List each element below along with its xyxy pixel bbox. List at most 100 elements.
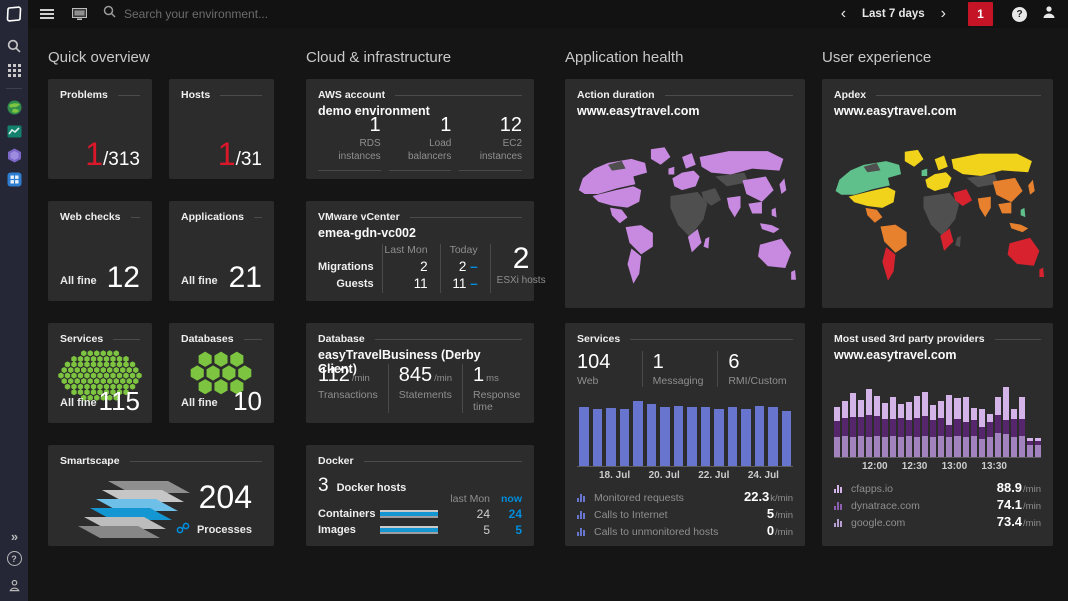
problems-badge[interactable]: 1 [968,2,993,26]
tile-problems[interactable]: Problems 1/313 [48,79,152,179]
stat-value: 6 [728,351,740,373]
esxi-hosts-count: 2 [512,242,530,275]
tile-title-rule [130,216,140,218]
map-region-japan [1028,179,1035,195]
sidebar-expand-icon[interactable]: » [0,529,28,544]
containers-sparkbar [380,510,438,518]
tile-services[interactable]: Services All fine 115 [48,323,152,423]
sidebar-user-icon[interactable] [0,573,28,597]
stat-label: Messaging [652,375,704,387]
tile-database[interactable]: Database easyTravelBusiness (Derby Clien… [306,323,534,423]
tile-docker[interactable]: Docker 3 Docker hosts last Mon now Conta… [306,445,534,546]
search-input[interactable] [124,7,424,21]
timeframe-next-button[interactable]: › [933,1,954,27]
legend-row: dynatrace.com 74.1/min [834,497,1041,514]
map-region-madagascar [955,235,961,248]
mini-bar-icon [577,510,588,519]
map-region-europe [672,170,700,191]
tile-title-rule [395,94,522,96]
map-region-scandinavia [934,155,948,171]
legend-unit: /min [1023,484,1041,495]
tile-title: Database [318,333,365,345]
tile-applications[interactable]: Applications All fine 21 [169,201,274,301]
tile-header: AWS account [306,79,534,101]
map-region-se_asia [998,202,1012,214]
legend-label: Monitored requests [594,492,684,504]
sidebar-charts-app-icon[interactable] [0,119,28,143]
stat-load-balancers: 1 Load balancers [388,114,452,171]
stat-statements: 845/min Statements [387,364,462,413]
migrations-last: 2 [381,259,440,276]
hamburger-menu-icon[interactable] [40,7,54,21]
left-sidebar: » ? [0,28,28,601]
mini-bar-icon [834,518,845,527]
tile-title: Apdex [834,89,867,101]
tile-web-checks[interactable]: Web checks All fine 12 [48,201,152,301]
map-region-se_asia [748,201,762,214]
status-text: All fine [60,275,97,287]
timeframe-prev-button[interactable]: ‹ [833,1,854,27]
trend-dash-icon: – [470,259,478,274]
column-user-experience: User experience Apdex www.easytravel.com… [822,28,1053,546]
tile-action-duration[interactable]: Action duration www.easytravel.com [565,79,805,308]
tile-header: Services [565,323,805,345]
dashboards-icon[interactable] [72,8,87,20]
column-application-health: Application health Action duration www.e… [565,28,805,546]
tile-title-rule [664,94,793,96]
row-label-containers: Containers [318,508,376,520]
tile-title-rule [363,460,522,462]
tile-title-rule [630,338,793,340]
providers-stacked-bar-chart [834,374,1041,458]
legend-label: cfapps.io [851,483,894,495]
tile-title-rule [374,338,522,340]
tile-databases[interactable]: Databases All fine 10 [169,323,274,423]
tile-apdex[interactable]: Apdex www.easytravel.com [822,79,1053,308]
tile-aws-account[interactable]: AWS account demo environment 1 RDS instan… [306,79,534,179]
databases-count: 10 [233,386,262,416]
tile-vmware-vcenter[interactable]: VMware vCenter emea-gdn-vc002 Last Mon T… [306,201,546,301]
topbar-right-controls: ‹ Last 7 days › 1 ? [833,0,1068,28]
sidebar-world-map-app-icon[interactable] [0,95,28,119]
tile-title-rule [876,94,1041,96]
map-region-new_zealand [1039,267,1045,277]
legend-unit: k/min [770,493,793,504]
legend-value: 73.4 [996,514,1023,529]
stat-web: 104 Web [577,351,642,387]
dynatrace-logo[interactable] [0,0,28,28]
map-region-sa_north [625,225,653,255]
sidebar-hub-app-icon[interactable] [0,167,28,191]
sidebar-help-icon[interactable]: ? [6,551,22,566]
user-account-icon[interactable] [1042,5,1056,24]
map-region-africa_north [670,192,708,237]
mini-bar-icon [834,484,845,493]
map-region-new_zealand [791,269,797,280]
tile-title-rule [254,216,262,218]
stat-messaging: 1 Messaging [641,351,718,387]
stat-label: Transactions [318,389,378,401]
tile-title: Databases [181,333,234,345]
tile-hosts[interactable]: Hosts 1/31 [169,79,274,179]
stat-transactions: 112/min Transactions [318,364,388,413]
tile-3rd-party-providers[interactable]: Most used 3rd party providers www.easytr… [822,323,1053,546]
sidebar-apps-grid-icon[interactable] [0,58,28,82]
stat-value: 1 [473,364,485,386]
tile-smartscape[interactable]: Smartscape 204 Processes [48,445,274,546]
sidebar-search-icon[interactable] [0,34,28,58]
tile-title: Docker [318,455,354,467]
timeframe-selector[interactable]: Last 7 days [854,8,933,20]
x-tick-label: 22. Jul [698,470,730,481]
sidebar-smartscape-app-icon[interactable] [0,143,28,167]
map-region-australia [758,238,792,269]
images-now: 5 [515,523,522,537]
map-region-philippines [1020,207,1026,218]
trend-dash-icon: – [470,276,478,291]
map-region-india [726,195,741,218]
status-text: All fine [60,397,97,409]
column-title: Quick overview [48,49,150,66]
legend-unit: /min [1023,518,1041,529]
map-region-china [742,176,774,202]
legend-row: cfapps.io 88.9/min [834,480,1041,497]
aws-stats: 1 RDS instances 1 Load balancers 12 EC2 ins… [318,114,523,171]
tile-services-chart[interactable]: Services 104 Web 1 Messaging 6 RMI/Custom 1… [565,323,805,546]
chat-help-icon[interactable]: ? [1012,6,1027,22]
